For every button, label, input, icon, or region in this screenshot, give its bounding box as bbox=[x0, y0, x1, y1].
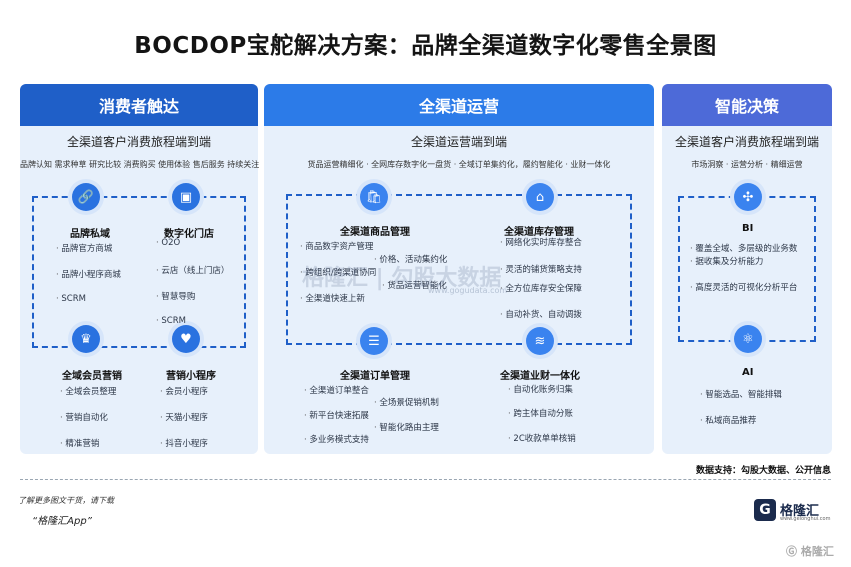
list-item: 灵活的铺货策略支持 bbox=[500, 263, 582, 275]
decision-tagline: 市场洞察 · 运营分析 · 精细运营 bbox=[691, 160, 803, 169]
list-item: 自动补货、自动调拨 bbox=[500, 308, 582, 320]
list-item: 网络化实时库存整合 bbox=[500, 236, 582, 248]
download-note: 了解更多图文干货，请下载 bbox=[18, 496, 114, 505]
order-icon: ☰ bbox=[360, 327, 388, 355]
list-item: SCRM bbox=[156, 316, 186, 326]
list-item: 全渠道快速上新 bbox=[300, 292, 365, 304]
module-title-member-marketing: 全域会员营销 bbox=[62, 371, 122, 382]
list-item: 跨主体自动分账 bbox=[508, 407, 573, 419]
list-item: SCRM bbox=[56, 294, 86, 304]
module-title-bi: BI bbox=[742, 223, 754, 234]
list-item: 云店（线上门店） bbox=[156, 264, 229, 276]
panel-subtitle: 全渠道客户消费旅程端到端 bbox=[66, 135, 211, 149]
list-item: 智慧导购 bbox=[156, 290, 195, 302]
list-item: 全场景促销机制 bbox=[374, 396, 439, 408]
watermark-url: www.gogudata.com bbox=[428, 286, 508, 295]
list-item: 全渠道订单整合 bbox=[304, 384, 369, 396]
journey-tagline: 品牌认知 需求种草 研究比较 消费购买 使用体验 售后服务 持续关注 bbox=[20, 160, 260, 169]
list-item: 据收集及分析能力 bbox=[690, 255, 763, 267]
panel-consumer-reach: 消费者触达 全渠道客户消费旅程端到端 品牌认知 需求种草 研究比较 消费购买 使… bbox=[20, 84, 260, 454]
list-item: 精准营销 bbox=[60, 437, 99, 449]
layers-icon: ≋ bbox=[526, 327, 554, 355]
module-title-finance-integration: 全渠道业财一体化 bbox=[500, 371, 580, 382]
module-title-ai: AI bbox=[742, 367, 754, 378]
logo-icon: G bbox=[754, 499, 776, 521]
list-item: 营销自动化 bbox=[60, 411, 108, 423]
logo-url: www.gelonghui.com bbox=[780, 516, 831, 522]
footer-divider bbox=[20, 479, 831, 480]
list-item: 2C收款单单核销 bbox=[508, 432, 575, 444]
bottom-watermark: Ⓖ 格隆汇 bbox=[786, 545, 834, 558]
page-title: BOCDOP宝舵解决方案：品牌全渠道数字化零售全景图 bbox=[134, 33, 717, 59]
panel-smart-decision: 智能决策 全渠道客户消费旅程端到端 市场洞察 · 运营分析 · 精细运营 ✣ ⚛… bbox=[662, 84, 832, 454]
panel-header-consumer-reach: 消费者触达 bbox=[20, 84, 258, 126]
list-item: 品牌小程序商城 bbox=[56, 268, 121, 280]
list-item: 自动化账务归集 bbox=[508, 383, 573, 395]
list-item: 私域商品推荐 bbox=[700, 414, 756, 426]
crown-icon: ♛ bbox=[72, 325, 100, 353]
panel-header-smart-decision: 智能决策 bbox=[662, 84, 832, 126]
list-item: 全域会员整理 bbox=[60, 385, 116, 397]
list-item: 天猫小程序 bbox=[160, 411, 208, 423]
module-title-brand-private: 品牌私域 bbox=[70, 229, 110, 240]
list-item: 新平台快速拓展 bbox=[304, 409, 369, 421]
module-title-order-mgmt: 全渠道订单管理 bbox=[340, 371, 410, 382]
list-item: 抖音小程序 bbox=[160, 437, 208, 449]
panel-subtitle: 全渠道客户消费旅程端到端 bbox=[674, 135, 819, 149]
panel-subtitle: 全渠道运营端到端 bbox=[410, 135, 507, 149]
list-item: 多业务模式支持 bbox=[304, 433, 369, 445]
atom-icon: ⚛ bbox=[734, 325, 762, 353]
link-icon: 🔗 bbox=[72, 183, 100, 211]
panel-header-omnichannel-ops: 全渠道运营 bbox=[264, 84, 654, 126]
list-item: 智能选品、智能排辑 bbox=[700, 388, 782, 400]
list-item: 智能化路由主理 bbox=[374, 421, 439, 433]
list-item: O2O bbox=[156, 238, 180, 248]
app-name: “格隆汇App” bbox=[32, 516, 92, 527]
store-icon: ▣ bbox=[172, 183, 200, 211]
dashed-frame bbox=[678, 196, 816, 342]
list-item: 会员小程序 bbox=[160, 385, 208, 397]
network-icon: ✣ bbox=[734, 183, 762, 211]
list-item: 高度灵活的可视化分析平台 bbox=[690, 281, 797, 293]
list-item: 覆盖全域、多层级的业务数 bbox=[690, 242, 797, 254]
bag-icon: 🛍 bbox=[360, 183, 388, 211]
heart-icon: ♥ bbox=[172, 325, 200, 353]
module-title-marketing-miniapp: 营销小程序 bbox=[166, 371, 216, 382]
module-title-product-mgmt: 全渠道商品管理 bbox=[340, 227, 410, 238]
ops-tagline: 货品运营精细化 · 全网库存数字化一盘货 · 全域订单集约化，履约智能化 · 业… bbox=[307, 160, 611, 169]
panel-omnichannel-ops: 全渠道运营 全渠道运营端到端 货品运营精细化 · 全网库存数字化一盘货 · 全域… bbox=[264, 84, 654, 454]
data-source: 数据支持：勾股大数据、公开信息 bbox=[695, 466, 831, 476]
warehouse-icon: ⌂ bbox=[526, 183, 554, 211]
list-item: 商品数字资产管理 bbox=[300, 240, 373, 252]
list-item: 全方位库存安全保障 bbox=[500, 282, 582, 294]
list-item: 品牌官方商城 bbox=[56, 242, 112, 254]
